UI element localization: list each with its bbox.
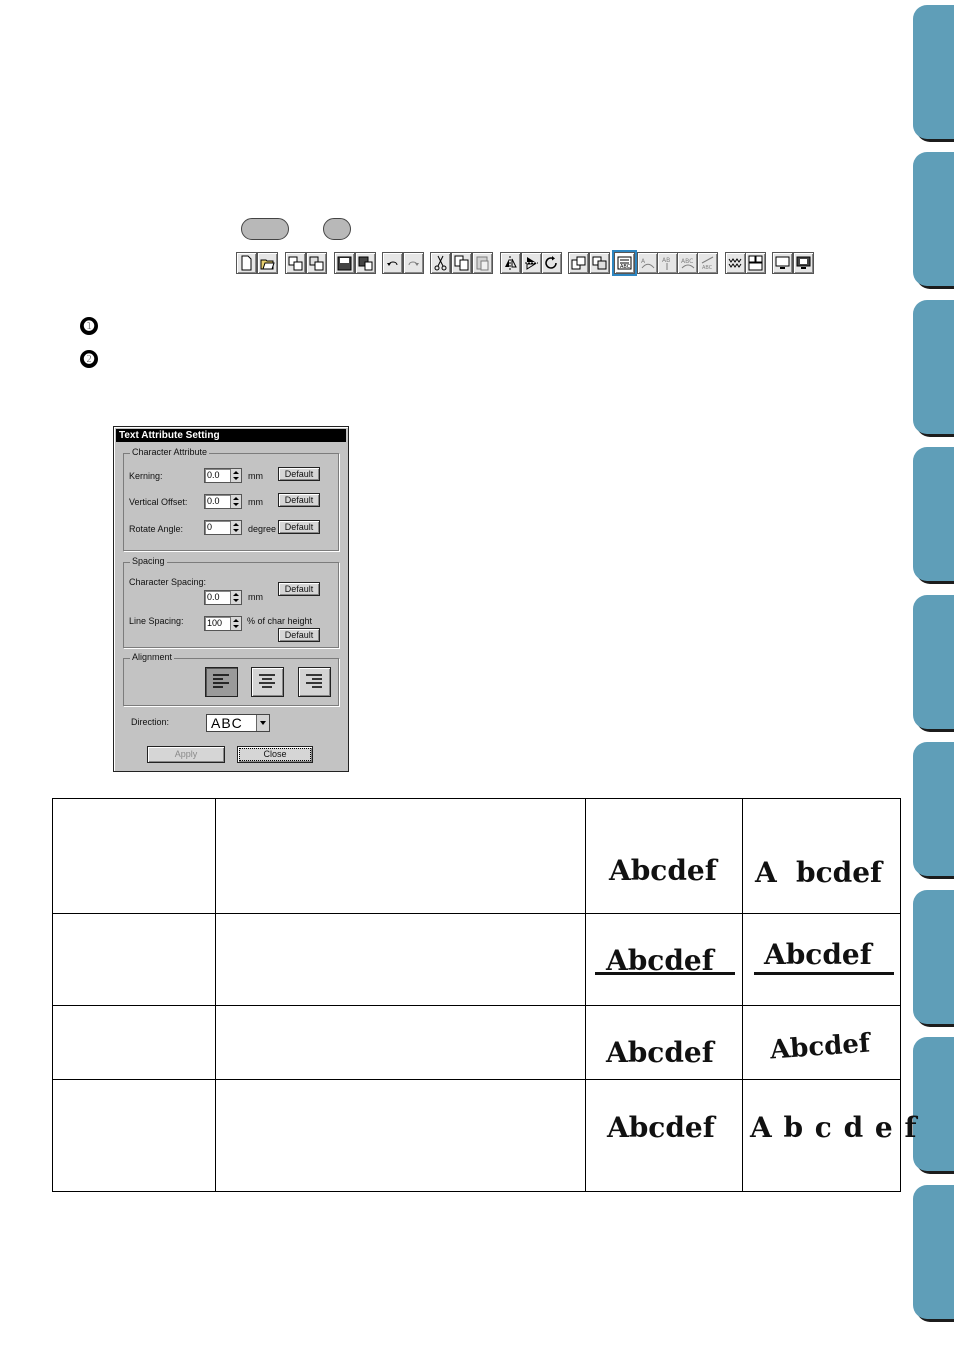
vertical-offset-label: Vertical Offset: [129, 497, 188, 507]
line-spacing-default-button[interactable]: Default [278, 628, 320, 642]
text-attribute-icon[interactable]: ABC [612, 250, 637, 276]
new-file-icon[interactable] [236, 252, 257, 274]
side-tab-9[interactable] [913, 1185, 954, 1319]
undo-icon[interactable] [382, 252, 403, 274]
copy-icon[interactable] [451, 252, 472, 274]
mirror-horizontal-icon[interactable] [500, 252, 521, 274]
sample-spacing-before: Abcdef [607, 1111, 715, 1144]
keyboard-key-small [323, 218, 351, 240]
sample-rotate-after: Abcdef [769, 1028, 872, 1066]
line-spacing-label: Line Spacing: [129, 616, 184, 626]
align-left-button[interactable] [205, 667, 238, 697]
line-spacing-spinner[interactable] [230, 617, 241, 630]
apply-button[interactable]: Apply [147, 746, 225, 763]
side-tab-4[interactable] [913, 447, 954, 581]
side-tab-7[interactable] [913, 890, 954, 1024]
direction-select[interactable]: ABC [206, 714, 270, 732]
vertical-offset-unit: mm [248, 497, 263, 507]
character-spacing-default-button[interactable]: Default [278, 582, 320, 596]
sample-offset-after-baseline [754, 972, 894, 975]
svg-text:ABC: ABC [620, 264, 631, 270]
dialog-title: Text Attribute Setting [116, 429, 346, 442]
step-2-bullet: ➋ [80, 350, 98, 368]
rotate-angle-default-button[interactable]: Default [278, 520, 320, 534]
sample-offset-after: Abcdef [764, 938, 872, 971]
line-spacing-unit: % of char height [247, 616, 313, 626]
sample-offset-before-baseline [595, 972, 735, 975]
character-spacing-spinner[interactable] [230, 591, 241, 604]
rotate-angle-input[interactable]: 0 [204, 520, 242, 535]
sample-kerning-before: Abcdef [609, 854, 717, 887]
close-button[interactable]: Close [237, 746, 313, 763]
align-left-icon [213, 674, 229, 688]
mirror-vertical-icon[interactable] [521, 252, 542, 274]
sample-spacing-after: A b c d e f [750, 1111, 918, 1144]
align-right-button[interactable] [298, 667, 331, 697]
paste-icon[interactable] [472, 252, 493, 274]
step-1-bullet: ➊ [80, 317, 98, 335]
alignment-label: Alignment [130, 652, 175, 662]
kerning-label: Kerning: [129, 471, 163, 481]
text-arc-icon[interactable]: ABC [677, 252, 698, 274]
svg-text:AB: AB [662, 257, 670, 264]
side-tab-5[interactable] [913, 595, 954, 729]
vertical-offset-default-button[interactable]: Default [278, 493, 320, 507]
realistic-preview-icon[interactable] [793, 252, 814, 274]
spacing-label: Spacing [130, 556, 167, 566]
kerning-spinner[interactable] [230, 469, 241, 482]
align-center-icon [259, 674, 275, 688]
stitch-icon[interactable] [725, 252, 746, 274]
rotate-icon[interactable] [541, 252, 562, 274]
redo-icon[interactable] [403, 252, 424, 274]
kerning-input[interactable]: 0.0 [204, 468, 242, 483]
toolbar: ABC A AB ABC ABC [0, 250, 954, 276]
side-tab-8[interactable] [913, 1037, 954, 1171]
character-attribute-label: Character Attribute [130, 447, 210, 457]
open-file-icon[interactable] [257, 252, 278, 274]
svg-text:A: A [641, 258, 646, 265]
kerning-default-button[interactable]: Default [278, 467, 320, 481]
save-icon[interactable] [334, 252, 355, 274]
chevron-down-icon[interactable] [256, 715, 269, 731]
text-attribute-dialog: Text Attribute Setting Character Attribu… [113, 426, 349, 772]
vertical-offset-input[interactable]: 0.0 [204, 494, 242, 509]
svg-text:ABC: ABC [681, 258, 693, 265]
text-transform-icon[interactable]: ABC [697, 252, 718, 274]
side-tab-3[interactable] [913, 300, 954, 434]
ungroup-icon[interactable] [589, 252, 610, 274]
character-spacing-input[interactable]: 0.0 [204, 590, 242, 605]
rotate-angle-unit: degree [248, 524, 277, 534]
rotate-angle-label: Rotate Angle: [129, 524, 184, 534]
text-fit-path-icon[interactable]: A [637, 252, 658, 274]
character-spacing-unit: mm [248, 592, 263, 602]
attribute-samples-table: Abcdef A bcdef Abcdef Abcdef Abcdef Abcd… [52, 798, 917, 1192]
layout-icon[interactable] [745, 252, 766, 274]
character-spacing-label: Character Spacing: [129, 577, 207, 587]
direction-label: Direction: [131, 717, 170, 727]
save-as-icon[interactable] [355, 252, 376, 274]
svg-text:ABC: ABC [702, 265, 713, 271]
align-right-icon [306, 674, 322, 688]
export-icon[interactable] [306, 252, 327, 274]
vertical-offset-spinner[interactable] [230, 495, 241, 508]
side-tab-6[interactable] [913, 742, 954, 876]
sample-rotate-before: Abcdef [606, 1036, 714, 1069]
text-vertical-icon[interactable]: AB [657, 252, 678, 274]
sample-kerning-after-rest: bcdef [796, 856, 883, 889]
import-icon[interactable] [285, 252, 306, 274]
preview-icon[interactable] [772, 252, 793, 274]
kerning-unit: mm [248, 471, 263, 481]
align-center-button[interactable] [251, 667, 284, 697]
side-tab-1[interactable] [913, 5, 954, 139]
group-icon[interactable] [568, 252, 589, 274]
cut-icon[interactable] [430, 252, 451, 274]
sample-kerning-after-first: A [755, 856, 777, 889]
keyboard-key-wide [241, 218, 289, 240]
line-spacing-input[interactable]: 100 [204, 616, 242, 631]
rotate-angle-spinner[interactable] [230, 521, 241, 534]
